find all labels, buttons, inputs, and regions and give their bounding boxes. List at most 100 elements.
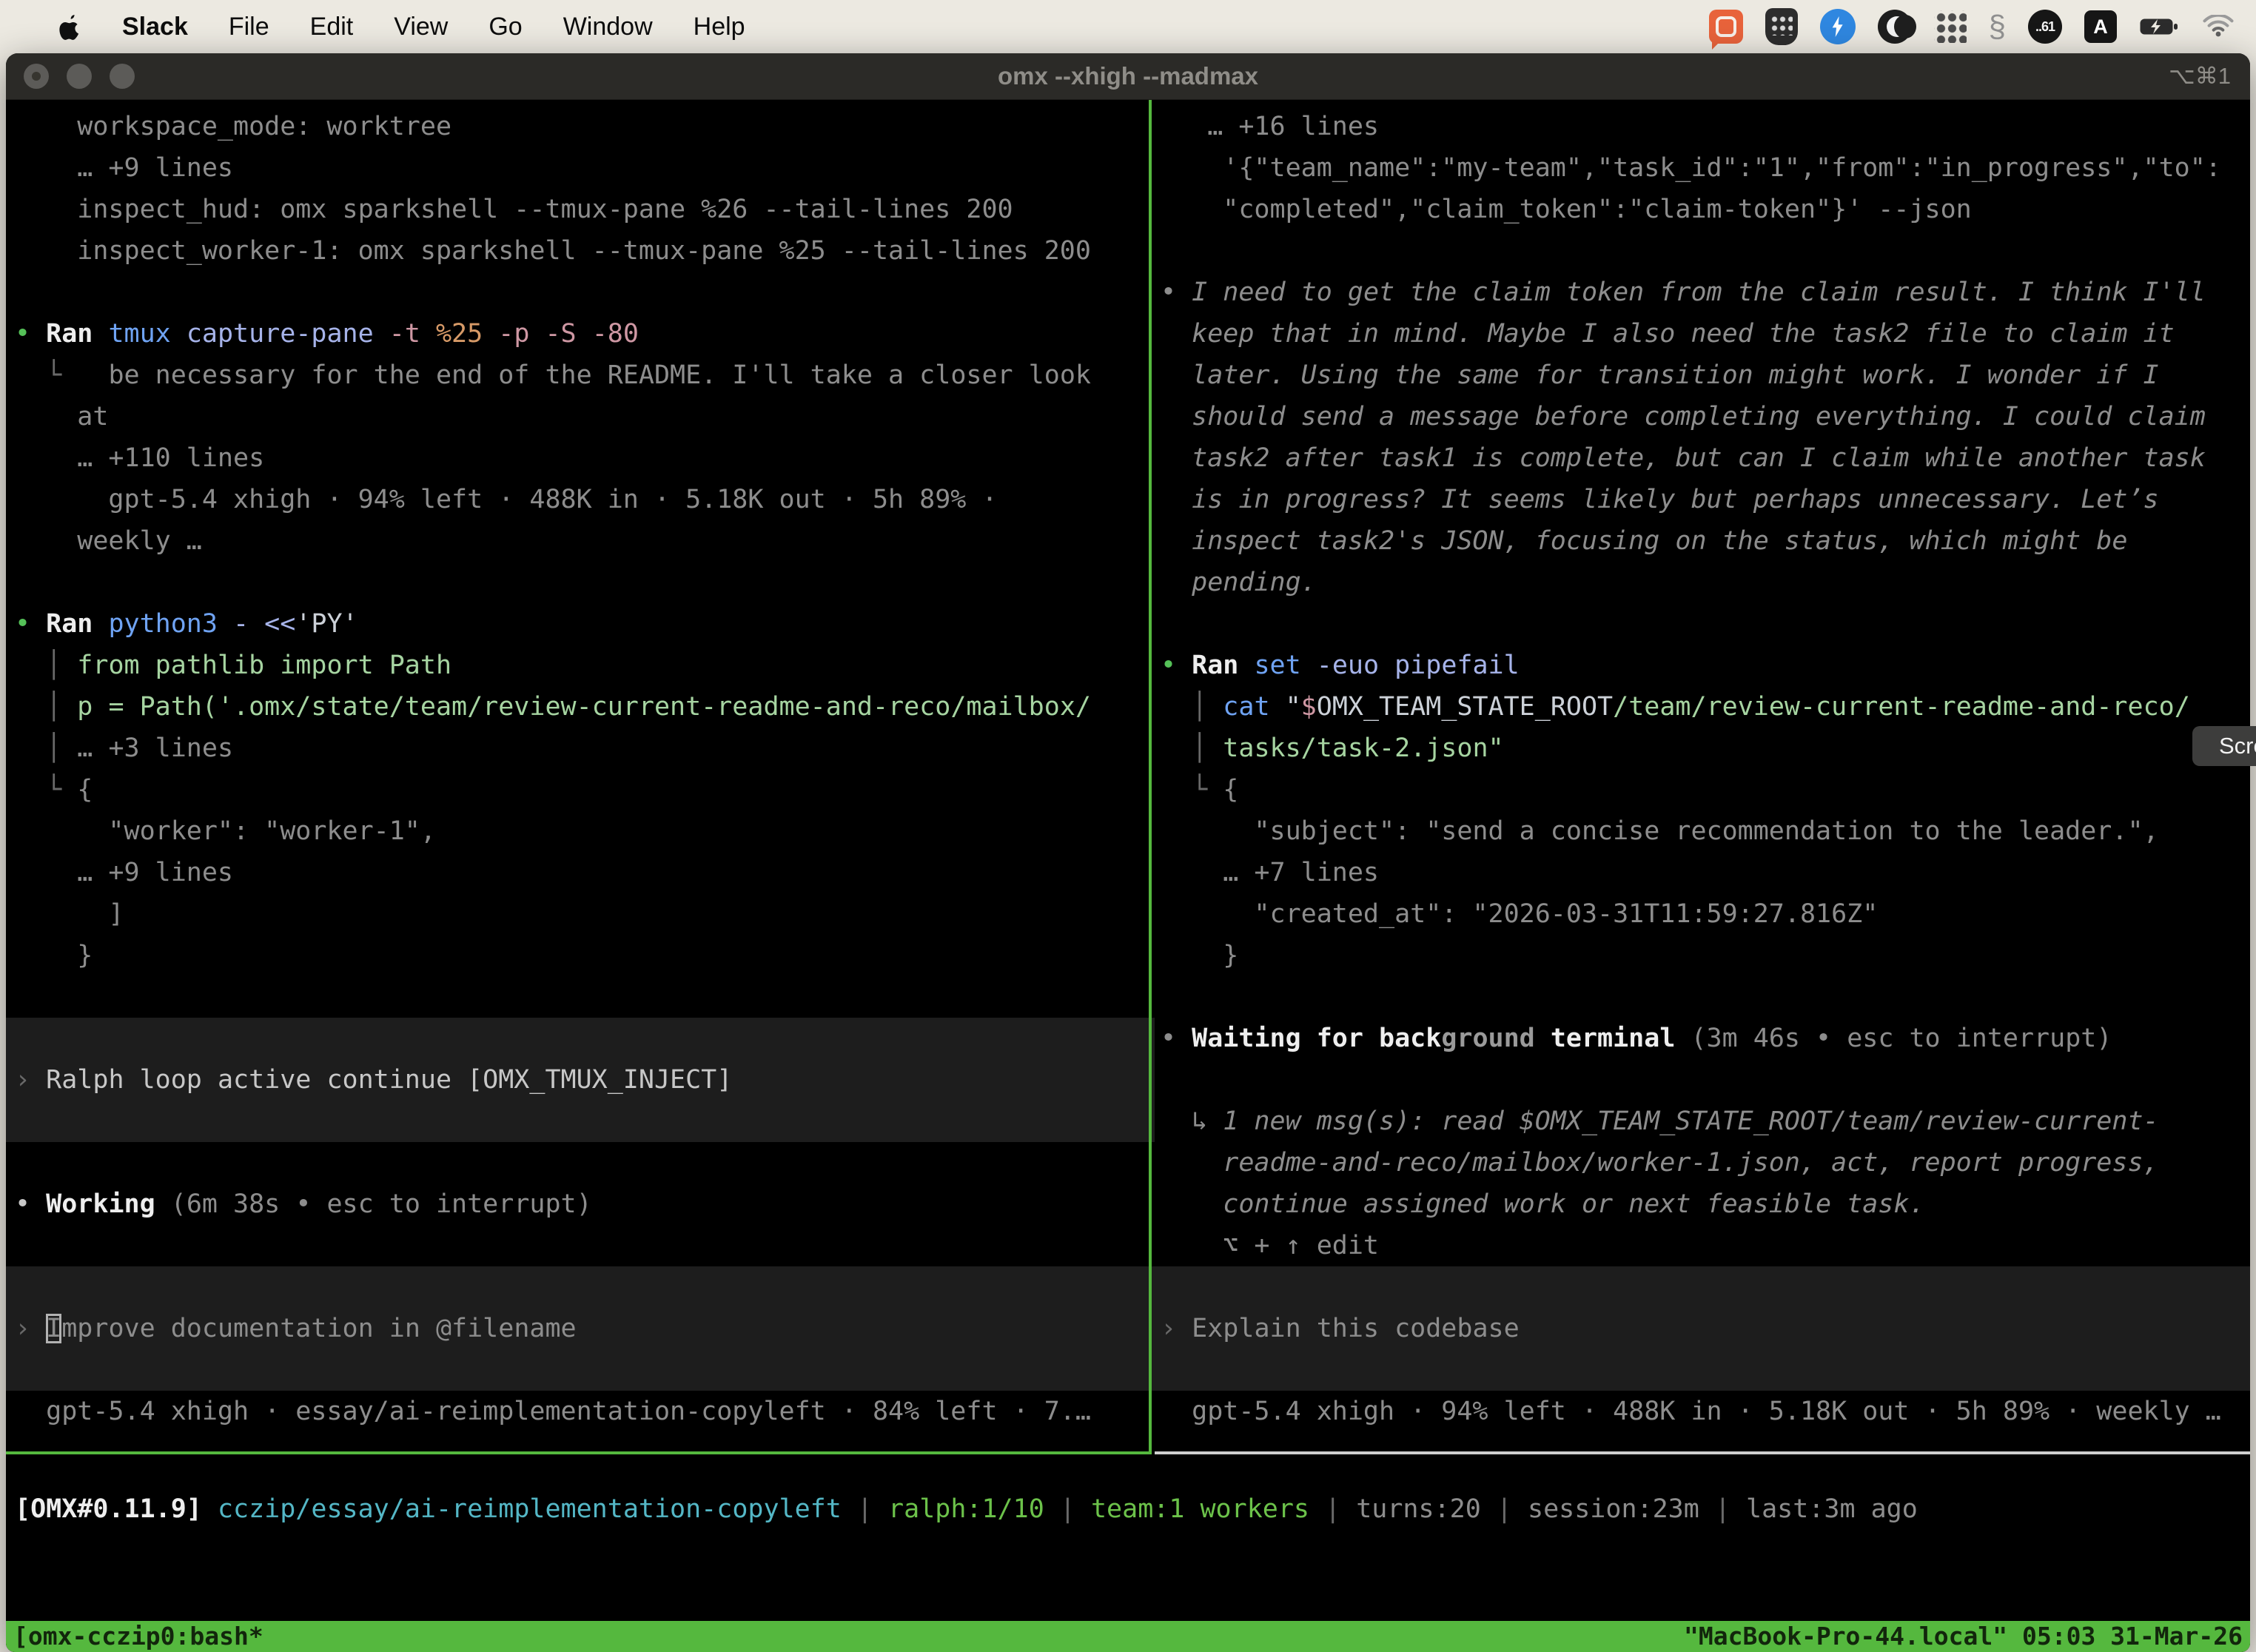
terminal-line: } bbox=[15, 935, 1155, 976]
menu-item-edit[interactable]: Edit bbox=[310, 13, 354, 41]
text-segment: } bbox=[15, 941, 93, 970]
close-button[interactable] bbox=[24, 64, 49, 89]
text-segment: … +16 lines bbox=[1161, 112, 1379, 141]
text-segment: └ bbox=[15, 360, 108, 390]
text-segment: | bbox=[842, 1494, 888, 1524]
terminal-line: ] bbox=[15, 893, 1155, 935]
text-segment: … +9 lines bbox=[15, 153, 233, 183]
terminal-line[interactable] bbox=[6, 1266, 1155, 1308]
text-segment: be necessary for the end of the README. … bbox=[108, 360, 1091, 390]
tmux-status-bar[interactable]: [omx-cczip0:bash* "MacBook-Pro-44.local"… bbox=[6, 1621, 2250, 1652]
terminal-line: ↳ 1 new msg(s): read $OMX_TEAM_STATE_ROO… bbox=[1161, 1101, 2250, 1142]
keyboard-shield-icon[interactable] bbox=[1765, 8, 1798, 45]
apple-menu-icon[interactable] bbox=[59, 13, 81, 40]
text-segment: task2 after task1 is complete, but can I… bbox=[1161, 443, 2206, 473]
battery-icon[interactable] bbox=[2139, 16, 2181, 37]
menu-item-view[interactable]: View bbox=[394, 13, 448, 41]
text-replacement-icon-label: A bbox=[2093, 16, 2108, 38]
wifi-icon[interactable] bbox=[2203, 15, 2234, 38]
text-segment: │ bbox=[15, 692, 77, 722]
terminal-line: keep that in mind. Maybe I also need the… bbox=[1161, 313, 2250, 355]
inactive-pane-border bbox=[1155, 1451, 2250, 1454]
text-segment: • bbox=[15, 609, 46, 639]
text-segment: } bbox=[1161, 941, 1238, 970]
text-segment: [OMX#0.11.9] bbox=[15, 1494, 202, 1524]
window-title: omx --xhigh --madmax bbox=[998, 62, 1258, 90]
window-shortcut-badge: ⌥⌘1 bbox=[2169, 63, 2231, 90]
terminal-line[interactable] bbox=[1155, 1349, 2250, 1391]
prompt-input-line[interactable]: › Improve documentation in @filename bbox=[6, 1308, 1155, 1349]
blue-bolt-badge-icon[interactable] bbox=[1820, 9, 1856, 44]
text-segment: Ran bbox=[1192, 651, 1254, 680]
terminal-line: • I need to get the claim token from the… bbox=[1161, 272, 2250, 313]
dots-grid-icon[interactable] bbox=[1934, 10, 1967, 43]
traffic-lights bbox=[24, 64, 135, 89]
terminal-line bbox=[15, 976, 1155, 1018]
terminal-line[interactable] bbox=[1155, 1266, 2250, 1308]
terminal-line: } bbox=[1161, 935, 2250, 976]
text-segment: • bbox=[15, 319, 46, 349]
squiggle-icon[interactable]: § bbox=[1989, 11, 2006, 42]
text-segment: › bbox=[15, 1314, 46, 1343]
text-segment: "completed","claim_token":"claim-token"}… bbox=[1161, 195, 1972, 224]
terminal-line: '{"team_name":"my-team","task_id":"1","f… bbox=[1161, 147, 2250, 189]
text-segment: (3m 46s • esc to interrupt) bbox=[1675, 1024, 2112, 1053]
terminal-line[interactable] bbox=[6, 1018, 1155, 1059]
text-segment: └ bbox=[15, 775, 77, 805]
text-segment: • bbox=[15, 1189, 46, 1219]
terminal-line: weekly … bbox=[15, 520, 1155, 562]
model-status-line: gpt-5.4 xhigh · 94% left · 488K in · 5.1… bbox=[1161, 1391, 2250, 1432]
text-segment: › bbox=[1161, 1314, 1192, 1343]
screen-tooltip-label: Scre bbox=[2219, 733, 2256, 759]
terminal-line: … +16 lines bbox=[1161, 106, 2250, 147]
terminal-line bbox=[1161, 1059, 2250, 1101]
text-segment: "worker": "worker-1", bbox=[15, 816, 436, 846]
window-titlebar[interactable]: omx --xhigh --madmax ⌥⌘1 bbox=[6, 53, 2250, 100]
terminal-line: │ … +3 lines bbox=[15, 728, 1155, 769]
terminal-line: gpt-5.4 xhigh · 94% left · 488K in · 5.1… bbox=[15, 479, 1155, 520]
text-segment: workspace_mode: worktree bbox=[15, 112, 451, 141]
minimize-button[interactable] bbox=[67, 64, 92, 89]
omx-status-line: [OMX#0.11.9] cczip/essay/ai-reimplementa… bbox=[15, 1488, 1918, 1530]
zoom-button[interactable] bbox=[110, 64, 135, 89]
terminal-line[interactable] bbox=[6, 1349, 1155, 1391]
text-segment: Ran bbox=[46, 609, 108, 639]
text-segment: │ bbox=[15, 651, 77, 680]
right-terminal-pane[interactable]: … +16 lines '{"team_name":"my-team","tas… bbox=[1155, 100, 2250, 1454]
left-terminal-pane[interactable]: workspace_mode: worktree … +9 lines insp… bbox=[6, 100, 1155, 1454]
battery-percent-icon[interactable]: ..61 bbox=[2028, 10, 2062, 44]
ralph-loop-status-line[interactable]: › Ralph loop active continue [OMX_TMUX_I… bbox=[6, 1059, 1155, 1101]
text-segment: ] bbox=[15, 899, 124, 929]
text-segment: • bbox=[1161, 651, 1192, 680]
terminal-line: continue assigned work or next feasible … bbox=[1161, 1183, 2250, 1225]
active-app-menu[interactable]: Slack bbox=[122, 13, 188, 41]
text-segment: • bbox=[1161, 278, 1192, 307]
terminal-line: • Ran set -euo pipefail bbox=[1161, 645, 2250, 686]
text-segment: │ bbox=[1161, 692, 1223, 722]
prompt-input-line[interactable]: › Explain this codebase bbox=[1155, 1308, 2250, 1349]
terminal-line: └ { bbox=[1161, 769, 2250, 810]
menu-item-file[interactable]: File bbox=[229, 13, 269, 41]
terminal-line: "created_at": "2026-03-31T11:59:27.816Z" bbox=[1161, 893, 2250, 935]
active-pane-border bbox=[6, 1451, 1152, 1454]
text-segment: | bbox=[1481, 1494, 1528, 1524]
terminal-line: • Ran tmux capture-pane -t %25 -p -S -80 bbox=[15, 313, 1155, 355]
working-status-line: • Working (6m 38s • esc to interrupt) bbox=[15, 1183, 1155, 1225]
text-segment: | bbox=[1044, 1494, 1091, 1524]
pane-divider[interactable] bbox=[1149, 100, 1152, 1454]
terminal-line bbox=[1161, 603, 2250, 645]
text-segment: last:3m ago bbox=[1746, 1494, 1918, 1524]
screenshot-chat-icon[interactable] bbox=[1709, 10, 1743, 44]
text-replacement-icon[interactable]: A bbox=[2084, 10, 2117, 43]
text-segment: /team/review-current-readme-and-reco/ bbox=[1613, 692, 2190, 722]
text-segment: "subject": "send a concise recommendatio… bbox=[1161, 816, 2159, 846]
text-segment: cat bbox=[1223, 692, 1285, 722]
menu-item-go[interactable]: Go bbox=[489, 13, 522, 41]
menu-item-window[interactable]: Window bbox=[563, 13, 653, 41]
text-segment: ground bbox=[1441, 1024, 1534, 1053]
terminal-line[interactable] bbox=[6, 1101, 1155, 1142]
menu-item-help[interactable]: Help bbox=[694, 13, 745, 41]
terminal-line bbox=[1161, 976, 2250, 1018]
text-segment: │ bbox=[1161, 733, 1223, 763]
crescent-circle-icon[interactable] bbox=[1878, 10, 1912, 44]
